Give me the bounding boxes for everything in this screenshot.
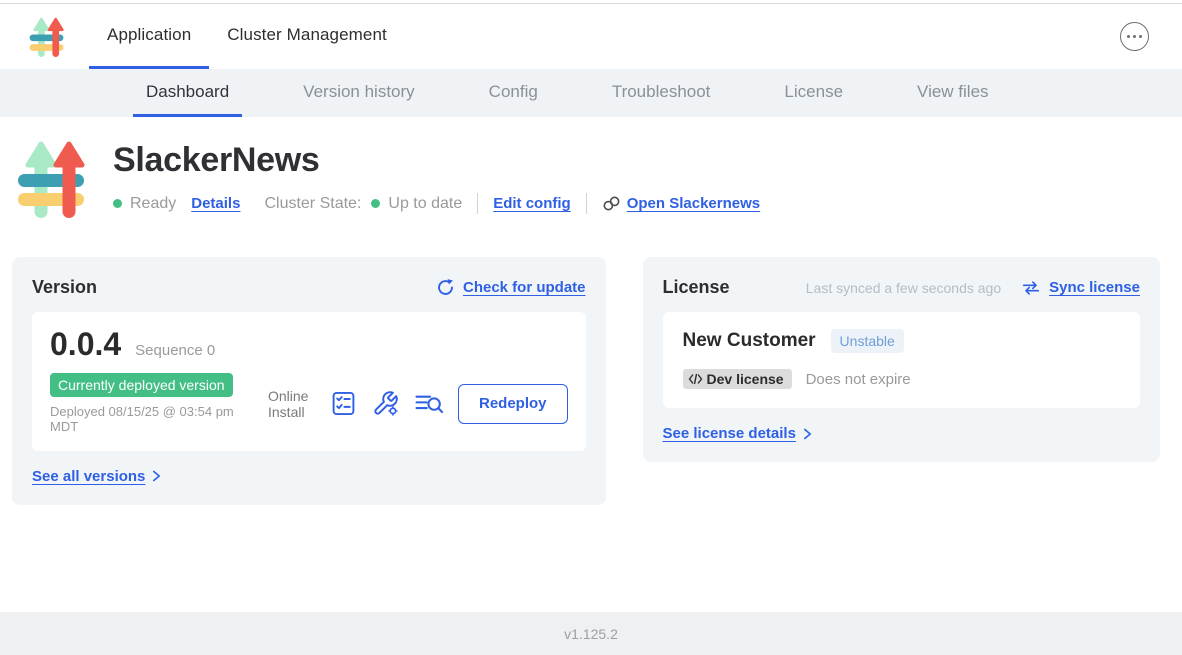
expiration-text: Does not expire (806, 371, 911, 388)
tab-dashboard[interactable]: Dashboard (133, 69, 242, 117)
app-status-dot (113, 199, 122, 208)
cluster-state-label: Cluster State: (264, 195, 361, 213)
deployed-status-badge: Currently deployed version (50, 373, 233, 397)
see-all-versions-link[interactable]: See all versions (32, 468, 586, 485)
customer-name: New Customer (683, 330, 816, 352)
config-wrench-gear-icon[interactable] (372, 390, 399, 417)
app-logo-small (28, 4, 65, 69)
status-details-link[interactable]: Details (191, 195, 240, 212)
see-license-details-link[interactable]: See license details (663, 425, 1140, 442)
last-synced-text: Last synced a few seconds ago (806, 280, 1001, 296)
divider (586, 193, 587, 214)
tab-license[interactable]: License (771, 69, 856, 117)
chevron-right-icon (803, 427, 812, 441)
app-status-text: Ready (130, 195, 176, 213)
app-subnav: Dashboard Version history Config Trouble… (0, 69, 1182, 117)
sequence-label: Sequence 0 (135, 342, 215, 359)
version-card: Version Check for update 0.0.4 Sequence … (12, 257, 606, 505)
link-chain-icon (602, 195, 621, 212)
code-brackets-icon (688, 373, 703, 385)
deployed-timestamp: Deployed 08/15/25 @ 03:54 pm MDT (50, 405, 265, 435)
open-app-link[interactable]: Open Slackernews (602, 195, 760, 212)
divider (477, 193, 478, 214)
channel-badge: Unstable (831, 329, 904, 353)
tab-cluster-management[interactable]: Cluster Management (209, 4, 405, 69)
tab-view-files[interactable]: View files (904, 69, 1002, 117)
see-license-details-label: See license details (663, 425, 796, 442)
tab-application[interactable]: Application (89, 4, 209, 69)
current-version-panel: 0.0.4 Sequence 0 Currently deployed vers… (32, 312, 586, 451)
dashboard-main: SlackerNews Ready Details Cluster State:… (0, 117, 1182, 612)
page-title: SlackerNews (113, 141, 760, 180)
slackernews-logo-icon (28, 16, 65, 58)
cluster-state-text: Up to date (388, 195, 462, 213)
check-update-label: Check for update (463, 279, 586, 296)
dashboard-cards: Version Check for update 0.0.4 Sequence … (12, 257, 1160, 505)
app-title-block: SlackerNews Ready Details Cluster State:… (0, 117, 1182, 221)
preflight-checklist-icon[interactable] (330, 390, 357, 417)
chevron-right-icon (152, 469, 161, 483)
tab-version-history[interactable]: Version history (290, 69, 428, 117)
top-navbar: Application Cluster Management (0, 4, 1182, 69)
tab-troubleshoot[interactable]: Troubleshoot (599, 69, 724, 117)
ellipsis-icon (1127, 35, 1131, 39)
cluster-status-dot (371, 199, 380, 208)
refresh-icon (436, 278, 455, 297)
license-summary-panel: New Customer Unstable Dev license (663, 312, 1140, 408)
license-type-badge: Dev license (683, 369, 792, 389)
app-status-row: Ready Details Cluster State: Up to date … (113, 193, 760, 214)
sync-arrows-icon (1021, 280, 1041, 296)
version-number: 0.0.4 (50, 326, 121, 363)
license-card-title: License (663, 277, 730, 298)
see-all-versions-label: See all versions (32, 468, 145, 485)
license-card: License Last synced a few seconds ago Sy… (643, 257, 1160, 462)
console-footer: v1.125.2 (0, 612, 1182, 655)
redeploy-button[interactable]: Redeploy (458, 384, 568, 424)
install-type-label: Online Install (268, 388, 320, 420)
deploy-logs-search-icon[interactable] (414, 391, 444, 416)
slackernews-logo-large (17, 137, 85, 221)
sync-license-link[interactable]: Sync license (1049, 279, 1140, 296)
more-options-button[interactable] (1120, 22, 1149, 51)
license-type-label: Dev license (707, 371, 784, 387)
check-update-link[interactable]: Check for update (436, 278, 586, 297)
edit-config-link[interactable]: Edit config (493, 195, 571, 212)
open-app-label: Open Slackernews (627, 195, 760, 212)
version-card-title: Version (32, 277, 97, 298)
tab-config[interactable]: Config (476, 69, 551, 117)
console-version: v1.125.2 (564, 626, 618, 642)
top-nav-tabs: Application Cluster Management (89, 4, 405, 69)
